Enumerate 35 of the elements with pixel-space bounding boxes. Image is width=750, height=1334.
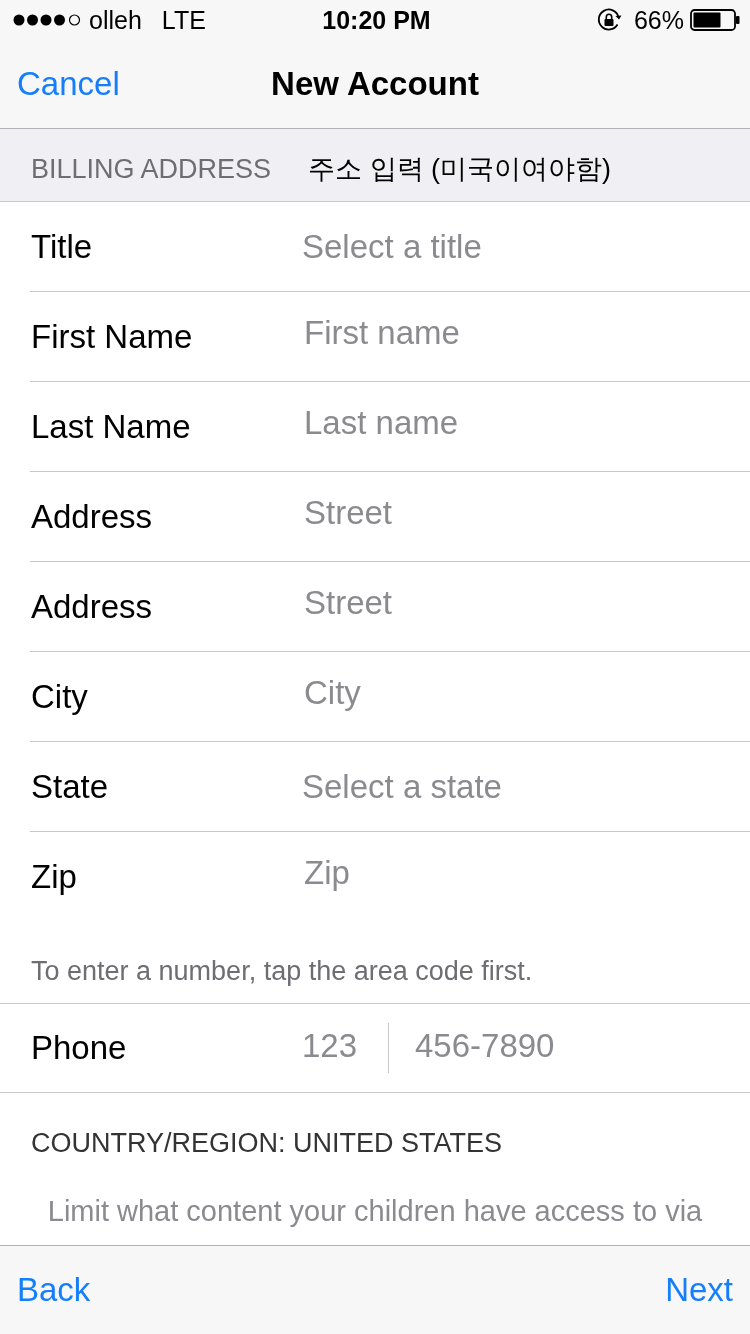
- signal-strength-icon: [13, 14, 81, 26]
- input-field[interactable]: Last name: [302, 396, 750, 457]
- battery-icon: [690, 9, 740, 31]
- input-field[interactable]: City: [302, 666, 750, 727]
- field-label: Address: [31, 587, 153, 626]
- field-label: City: [31, 677, 88, 716]
- parental-controls-note: Limit what content your children have access to via: [47, 1194, 703, 1228]
- carrier-name: olleh: [89, 5, 142, 35]
- section-header-label: BILLING ADDRESS: [31, 153, 272, 185]
- input-field[interactable]: Zip: [302, 847, 750, 907]
- network-type: LTE: [161, 5, 206, 35]
- field-label: Title: [31, 227, 93, 266]
- select-field[interactable]: Select a state: [302, 756, 750, 817]
- field-label: State: [31, 767, 109, 806]
- input-field[interactable]: Street: [302, 486, 750, 547]
- input-field[interactable]: Street: [302, 576, 750, 637]
- battery-percentage: 66%: [633, 5, 684, 35]
- section-footer-note: To enter a number, tap the area code first.: [31, 956, 533, 986]
- nav-title: New Account: [271, 65, 479, 103]
- status-time: 10:20 PM: [322, 5, 431, 35]
- field-label: First Name: [31, 317, 193, 356]
- select-field[interactable]: Select a title: [302, 216, 750, 277]
- field-label: Last Name: [31, 407, 191, 446]
- input-field[interactable]: First name: [302, 306, 750, 367]
- country-region-label: COUNTRY/REGION: UNITED STATES: [31, 1127, 503, 1159]
- next-button[interactable]: Next: [665, 1270, 733, 1310]
- field-label: Zip: [31, 858, 77, 896]
- cancel-button[interactable]: Cancel: [17, 64, 120, 104]
- section-note: 주소 입력 (미국이여야함): [308, 153, 611, 185]
- rotation-lock-icon: [595, 7, 622, 33]
- area-code-field[interactable]: 123: [302, 1018, 388, 1078]
- field-label: Phone: [31, 1029, 127, 1067]
- field-label: Address: [31, 497, 153, 536]
- back-button[interactable]: Back: [17, 1270, 91, 1310]
- phone-number-field[interactable]: 456-7890: [389, 1018, 750, 1078]
